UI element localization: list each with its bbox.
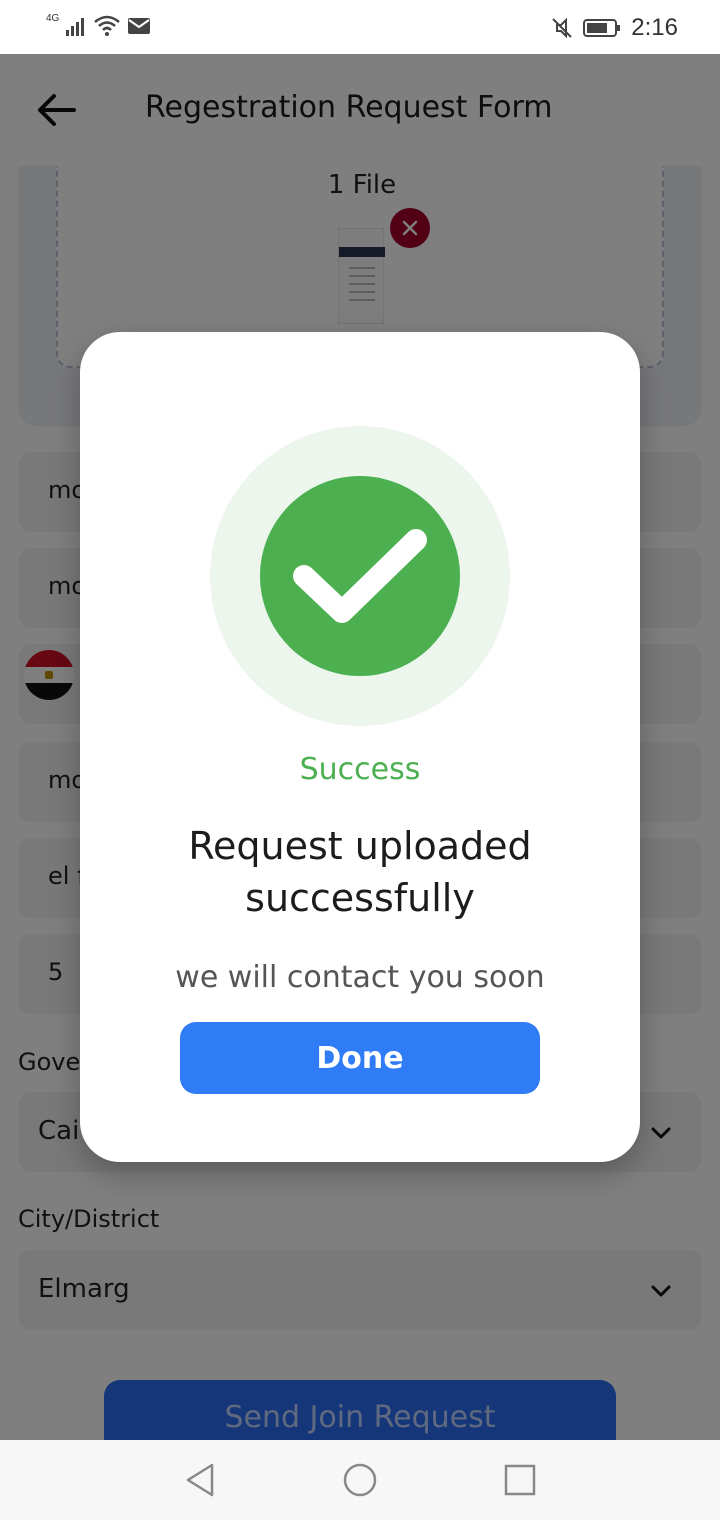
done-button-label: Done xyxy=(316,1040,404,1076)
battery-icon xyxy=(583,19,621,37)
success-message: Request uploaded successfully xyxy=(188,824,532,920)
status-bar: 4G 2:16 xyxy=(0,0,720,54)
success-dialog: Success Request uploaded successfully we… xyxy=(80,332,640,1162)
success-halo xyxy=(210,426,510,726)
system-nav-bar xyxy=(0,1440,720,1520)
network-type: 4G xyxy=(46,12,60,24)
recents-square-icon[interactable] xyxy=(500,1460,540,1500)
done-button[interactable]: Done xyxy=(180,1022,540,1094)
status-left: 4G xyxy=(46,12,151,38)
clock: 2:16 xyxy=(631,14,678,41)
mail-icon xyxy=(128,18,151,34)
check-icon xyxy=(293,529,427,623)
success-title: Success xyxy=(299,752,421,787)
success-subtitle: we will contact you soon xyxy=(175,960,545,995)
status-right: 2:16 xyxy=(551,14,678,42)
signal-icon xyxy=(66,18,85,36)
back-triangle-icon[interactable] xyxy=(180,1460,220,1500)
mute-icon xyxy=(552,17,572,39)
wifi-icon xyxy=(94,15,121,36)
success-circle xyxy=(260,476,460,676)
home-circle-icon[interactable] xyxy=(340,1460,380,1500)
